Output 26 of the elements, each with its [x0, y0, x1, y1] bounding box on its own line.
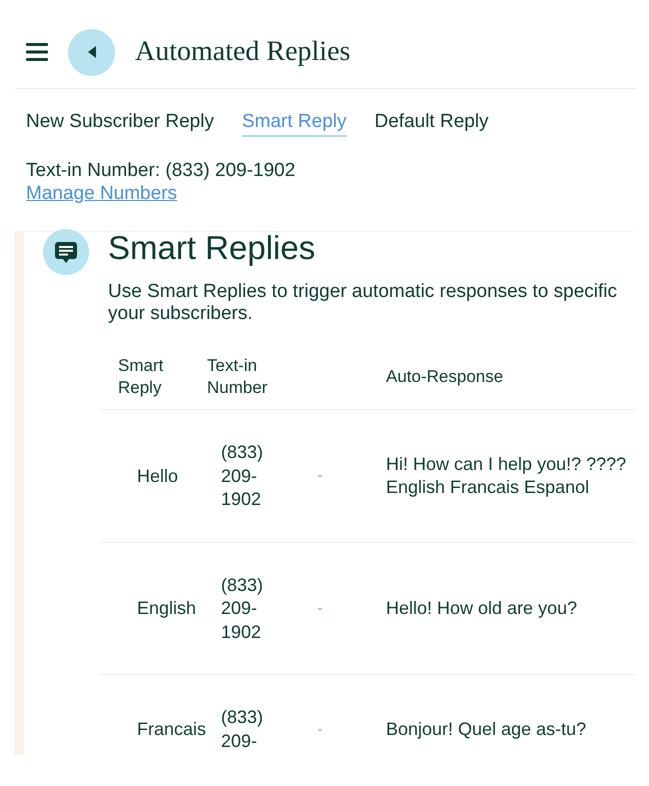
- table-cell-text: (833) 209-1902: [220, 574, 264, 644]
- table-cell-text: (833) 209-: [220, 706, 264, 752]
- text-in-number: Text-in Number: (833) 209-1902: [26, 159, 296, 182]
- menu-icon: [26, 43, 48, 61]
- dash-icon: [318, 608, 322, 610]
- section-title: Smart Replies: [108, 232, 316, 264]
- table-cell-text: English: [136, 597, 198, 620]
- section-description: Use Smart Replies to trigger automatic responses to specific your subscribers.: [108, 281, 618, 325]
- table-cell-text: Hello: [136, 464, 180, 488]
- page-title: Automated Replies: [135, 35, 350, 69]
- table-cell-text: Hello! How old are you?: [385, 597, 578, 620]
- table-cell-text: Bonjour! Quel age as-tu?: [385, 718, 588, 741]
- tab[interactable]: New Subscriber Reply: [26, 110, 214, 137]
- table-header-cell-text: Auto-Response: [385, 366, 504, 388]
- back-button[interactable]: [68, 28, 115, 76]
- chat-bubble-icon: [43, 229, 89, 275]
- dash-icon: [318, 728, 322, 730]
- dash-icon: [318, 475, 322, 478]
- table-cell-text: (833) 209-1902: [220, 441, 264, 511]
- table-cell-text: Hi! How can I help you!? ???? English Francais Espanol: [385, 452, 628, 500]
- table-header-cell-text: Text-in Number: [207, 355, 268, 399]
- table-cell-text: Francais: [136, 718, 207, 741]
- menu-button[interactable]: [26, 43, 48, 61]
- table-header-cell-text: Smart Reply: [117, 355, 164, 399]
- tab[interactable]: Default Reply: [374, 110, 489, 137]
- triangle-left-icon: [88, 46, 96, 58]
